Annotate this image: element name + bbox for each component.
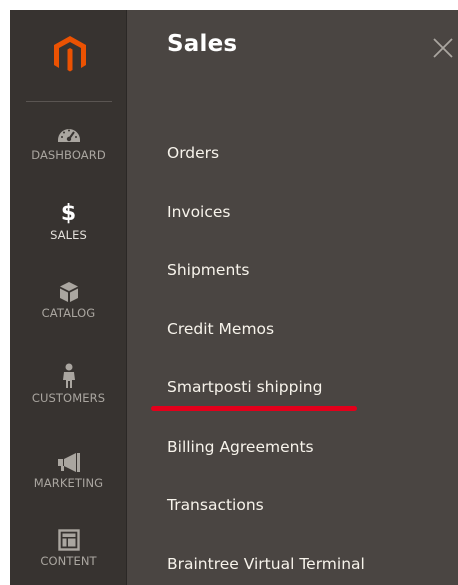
submenu-title: Sales bbox=[167, 31, 238, 57]
rail-item-label: CATALOG bbox=[41, 306, 96, 320]
dollar-icon: $ bbox=[60, 201, 77, 226]
rail-item-label: CUSTOMERS bbox=[31, 391, 106, 405]
rail-item-marketing[interactable]: MARKETING bbox=[10, 450, 127, 490]
admin-sidebar: DASHBOARD $ SALES CATALOG CUSTOMERS MARK… bbox=[10, 10, 127, 585]
rail-item-label: CONTENT bbox=[40, 554, 97, 568]
sales-submenu: Sales Orders Invoices Shipments Credit M… bbox=[127, 10, 458, 585]
menu-item-braintree-virtual-terminal[interactable]: Braintree Virtual Terminal bbox=[167, 555, 365, 573]
menu-item-orders[interactable]: Orders bbox=[167, 144, 219, 162]
admin-menu: DASHBOARD $ SALES CATALOG CUSTOMERS MARK… bbox=[10, 10, 458, 585]
highlight-underline bbox=[151, 406, 357, 411]
magento-logo-icon[interactable] bbox=[50, 34, 90, 74]
menu-item-transactions[interactable]: Transactions bbox=[167, 496, 264, 514]
menu-item-smartposti-shipping[interactable]: Smartposti shipping bbox=[167, 378, 322, 396]
rail-divider bbox=[26, 101, 112, 102]
rail-item-label: SALES bbox=[50, 228, 87, 242]
person-icon bbox=[62, 363, 75, 388]
menu-item-invoices[interactable]: Invoices bbox=[167, 203, 231, 221]
menu-item-credit-memos[interactable]: Credit Memos bbox=[167, 320, 274, 338]
menu-item-shipments[interactable]: Shipments bbox=[167, 261, 249, 279]
rail-item-sales[interactable]: $ SALES bbox=[10, 201, 127, 243]
rail-item-catalog[interactable]: CATALOG bbox=[10, 280, 127, 320]
megaphone-icon bbox=[57, 453, 80, 472]
speedometer-icon bbox=[57, 129, 80, 142]
layout-icon bbox=[57, 529, 80, 551]
rail-item-dashboard[interactable]: DASHBOARD bbox=[10, 122, 127, 162]
rail-item-customers[interactable]: CUSTOMERS bbox=[10, 363, 127, 405]
close-icon[interactable] bbox=[430, 35, 456, 61]
box-icon bbox=[59, 282, 78, 302]
rail-item-label: MARKETING bbox=[33, 476, 104, 490]
rail-item-content[interactable]: CONTENT bbox=[10, 528, 127, 568]
menu-item-billing-agreements[interactable]: Billing Agreements bbox=[167, 438, 314, 456]
rail-item-label: DASHBOARD bbox=[31, 148, 106, 162]
